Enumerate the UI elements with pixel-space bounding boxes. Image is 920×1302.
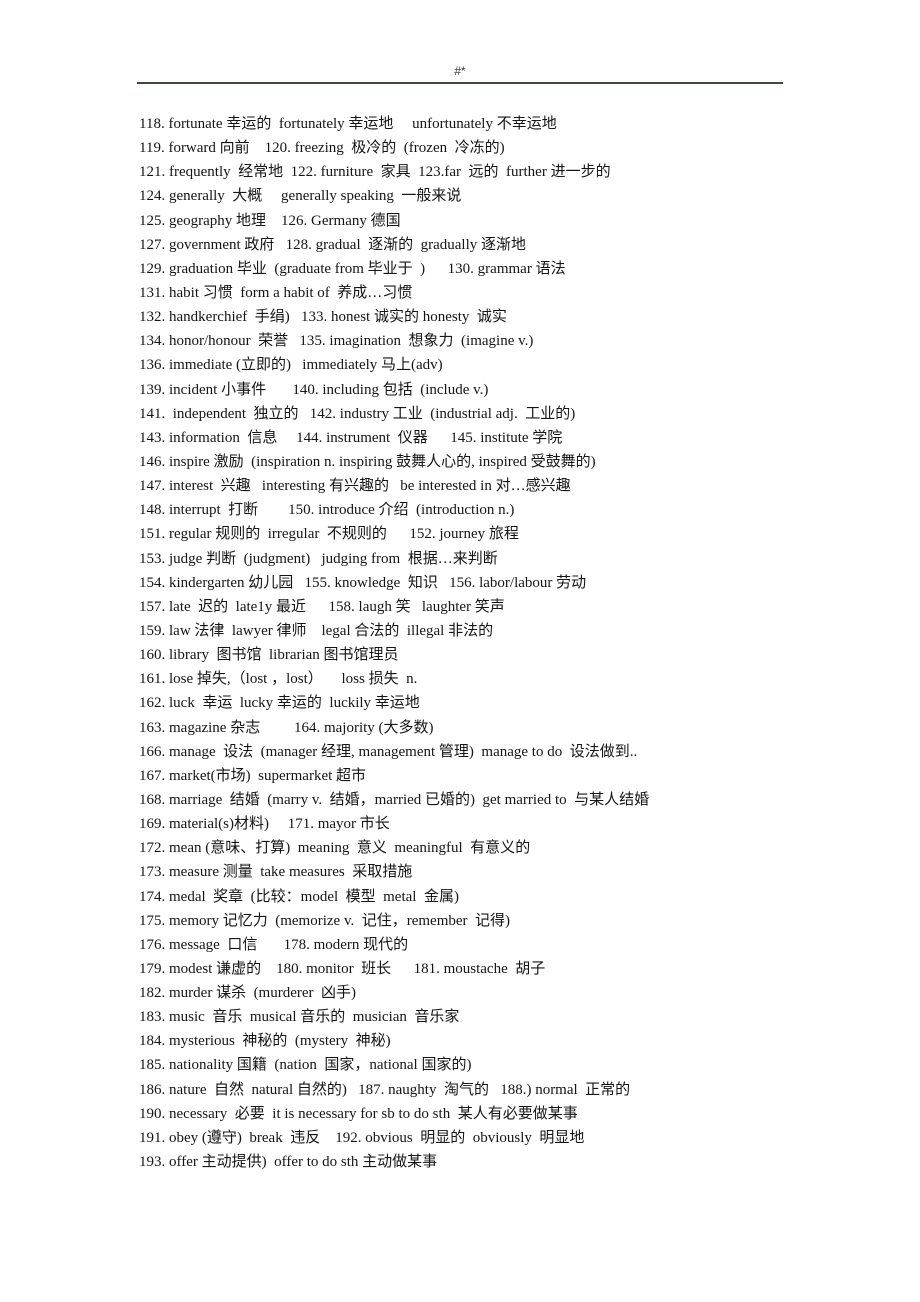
vocabulary-entry-line: 179. modest 谦虚的 180. monitor 班长 181. mou… bbox=[139, 960, 546, 977]
vocabulary-entry-line: 148. interrupt 打断 150. introduce 介绍 (int… bbox=[139, 502, 515, 519]
vocabulary-entry-line: 154. kindergarten 幼儿园 155. knowledge 知识 … bbox=[139, 574, 587, 591]
header-divider bbox=[137, 82, 783, 84]
vocabulary-entry-line: 125. geography 地理 126. Germany 德国 bbox=[139, 212, 401, 229]
header-text: #* bbox=[454, 64, 466, 78]
page-header: #* bbox=[137, 62, 783, 84]
vocabulary-entry-line: 173. measure 测量 take measures 采取措施 bbox=[139, 864, 413, 881]
vocabulary-entry-line: 146. inspire 激励 (inspiration n. inspirin… bbox=[139, 453, 596, 470]
vocabulary-entry-line: 119. forward 向前 120. freezing 极冷的 (froze… bbox=[139, 140, 505, 157]
vocabulary-entry-line: 131. habit 习惯 form a habit of 养成…习惯 bbox=[139, 284, 413, 301]
vocabulary-entry-line: 132. handkerchief 手绢) 133. honest 诚实的 ho… bbox=[139, 309, 507, 326]
vocabulary-entry-line: 191. obey (遵守) break 违反 192. obvious 明显的… bbox=[139, 1129, 585, 1146]
vocabulary-entry-line: 186. nature 自然 natural 自然的) 187. naughty… bbox=[139, 1081, 631, 1098]
vocabulary-entry-line: 129. graduation 毕业 (graduate from 毕业于 ) … bbox=[139, 260, 566, 277]
vocabulary-entry-line: 176. message 口信 178. modern 现代的 bbox=[139, 936, 409, 953]
vocabulary-entry-line: 143. information 信息 144. instrument 仪器 1… bbox=[139, 429, 563, 446]
vocabulary-entry-line: 127. government 政府 128. gradual 逐渐的 grad… bbox=[139, 236, 527, 253]
vocabulary-entry-line: 175. memory 记忆力 (memorize v. 记住，remember… bbox=[139, 912, 511, 929]
vocabulary-entry-line: 159. law 法律 lawyer 律师 legal 合法的 illegal … bbox=[139, 622, 494, 639]
vocabulary-list: 118. fortunate 幸运的 fortunately 幸运地 unfor… bbox=[139, 112, 839, 1174]
vocabulary-entry-line: 162. luck 幸运 lucky 幸运的 luckily 幸运地 bbox=[139, 695, 420, 712]
vocabulary-entry-line: 139. incident 小事件 140. including 包括 (inc… bbox=[139, 381, 489, 398]
vocabulary-entry-line: 153. judge 判断 (judgment) judging from 根据… bbox=[139, 550, 498, 567]
vocabulary-entry-line: 183. music 音乐 musical 音乐的 musician 音乐家 bbox=[139, 1009, 460, 1026]
vocabulary-entry-line: 184. mysterious 神秘的 (mystery 神秘) bbox=[139, 1033, 391, 1050]
vocabulary-entry-line: 193. offer 主动提供) offer to do sth 主动做某事 bbox=[139, 1154, 438, 1171]
vocabulary-entry-line: 182. murder 谋杀 (murderer 凶手) bbox=[139, 985, 357, 1002]
vocabulary-entry-line: 136. immediate (立即的) immediately 马上(adv) bbox=[139, 357, 443, 374]
vocabulary-entry-line: 190. necessary 必要 it is necessary for sb… bbox=[139, 1105, 578, 1122]
vocabulary-entry-line: 167. market(市场) supermarket 超市 bbox=[139, 767, 367, 784]
vocabulary-entry-line: 174. medal 奖章 (比较：model 模型 metal 金属) bbox=[139, 888, 459, 905]
vocabulary-entry-line: 157. late 迟的 late1y 最近 158. laugh 笑 laug… bbox=[139, 598, 505, 615]
vocabulary-entry-line: 166. manage 设法 (manager 经理, management 管… bbox=[139, 743, 638, 760]
vocabulary-entry-line: 163. magazine 杂志 164. majority (大多数) bbox=[139, 719, 434, 736]
vocabulary-entry-line: 169. material(s)材料) 171. mayor 市长 bbox=[139, 816, 390, 833]
vocabulary-entry-line: 160. library 图书馆 librarian 图书馆理员 bbox=[139, 647, 399, 664]
vocabulary-entry-line: 118. fortunate 幸运的 fortunately 幸运地 unfor… bbox=[139, 116, 557, 132]
vocabulary-entry-line: 124. generally 大概 generally speaking 一般来… bbox=[139, 188, 462, 205]
vocabulary-entry-line: 147. interest 兴趣 interesting 有兴趣的 be int… bbox=[139, 478, 571, 495]
vocabulary-entry-line: 141. independent 独立的 142. industry 工业 (i… bbox=[139, 405, 576, 422]
vocabulary-entry-line: 161. lose 掉失,（lost ，lost） loss 损失 n. bbox=[139, 671, 418, 688]
vocabulary-entry-line: 121. frequently 经常地 122. furniture 家具 12… bbox=[139, 164, 611, 181]
vocabulary-entry-line: 172. mean (意味、打算) meaning 意义 meaningful … bbox=[139, 840, 531, 857]
vocabulary-entry-line: 185. nationality 国籍 (nation 国家，national … bbox=[139, 1057, 472, 1074]
vocabulary-entry-line: 134. honor/honour 荣誉 135. imagination 想象… bbox=[139, 333, 534, 350]
vocabulary-entry-line: 151. regular 规则的 irregular 不规则的 152. jou… bbox=[139, 526, 519, 543]
vocabulary-entry-line: 168. marriage 结婚 (marry v. 结婚，married 已婚… bbox=[139, 791, 650, 808]
